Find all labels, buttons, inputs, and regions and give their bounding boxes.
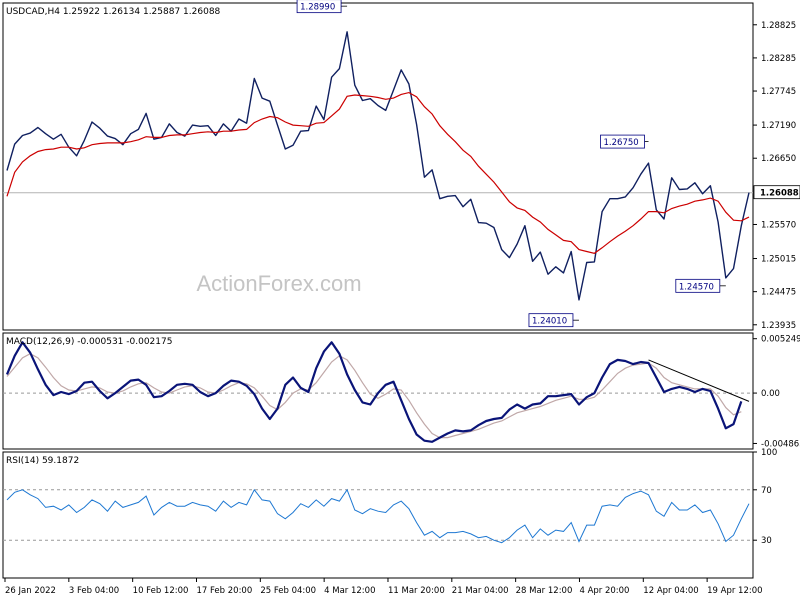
x-axis-label-10: 12 Apr 04:00 (643, 586, 698, 596)
x-axis-label-7: 21 Mar 04:00 (452, 586, 509, 596)
rsi-panel-frame (2, 451, 754, 579)
annotation-label-3: 1.24010 (532, 317, 567, 327)
price-panel-title: USDCAD,H4 1.25922 1.26134 1.25887 1.2608… (6, 7, 221, 17)
macd-panel-title: MACD(12,26,9) -0.000531 -0.002175 (6, 337, 172, 347)
rsi-axis-tick-1-label: 70 (761, 486, 772, 496)
annotation-label-2: 1.24570 (679, 282, 714, 292)
macd-panel-frame (2, 332, 754, 450)
x-axis-label-6: 11 Mar 20:00 (388, 586, 445, 596)
x-axis-label-8: 28 Mar 12:00 (516, 586, 573, 596)
watermark: ActionForex.com (196, 271, 361, 296)
x-axis-label-4: 25 Feb 04:00 (260, 586, 316, 596)
price-axis-tick-7-label: 1.25015 (761, 255, 796, 265)
rsi-axis-tick-2-label: 30 (761, 536, 772, 546)
chart-panels (2, 2, 754, 579)
x-axis-label-9: 4 Apr 20:00 (579, 586, 629, 596)
price-axis-tick-6-label: 1.25570 (761, 220, 796, 230)
price-axis-tick-0-label: 1.28825 (761, 21, 796, 31)
x-axis-label-2: 10 Feb 12:00 (133, 586, 189, 596)
usdcad-chart: ActionForex.com 1.28825 1.28285 1.27745 1.2… (0, 0, 800, 600)
rsi-axis-tick-0-label: 100 (761, 448, 777, 458)
annotation-label-1: 1.26750 (604, 138, 639, 148)
price-axis-tick-4-label: 1.26650 (761, 154, 796, 164)
price-axis-tick-2-label: 1.27745 (761, 87, 796, 97)
x-axis-label-1: 3 Feb 04:00 (69, 586, 119, 596)
x-axis-label-0: 26 Jan 2022 (5, 586, 56, 596)
macd-axis-tick-0-label: 0.005249 (761, 335, 800, 345)
annotation-label-0: 1.28990 (300, 3, 335, 13)
price-panel-frame (2, 2, 754, 331)
x-axis-label-5: 4 Mar 12:00 (324, 586, 375, 596)
x-axis-label-3: 17 Feb 20:00 (196, 586, 252, 596)
rsi-panel-title: RSI(14) 59.1872 (6, 456, 79, 466)
x-axis-label-11: 19 Apr 12:00 (707, 586, 762, 596)
price-axis-tick-3-label: 1.27190 (761, 121, 796, 131)
last-price-label: 1.26088 (760, 189, 799, 199)
price-axis-tick-1-label: 1.28285 (761, 54, 796, 64)
macd-axis-tick-1-label: 0.00 (761, 389, 780, 399)
price-axis-tick-9-label: 1.23935 (761, 321, 796, 331)
price-axis-tick-8-label: 1.24475 (761, 288, 796, 298)
